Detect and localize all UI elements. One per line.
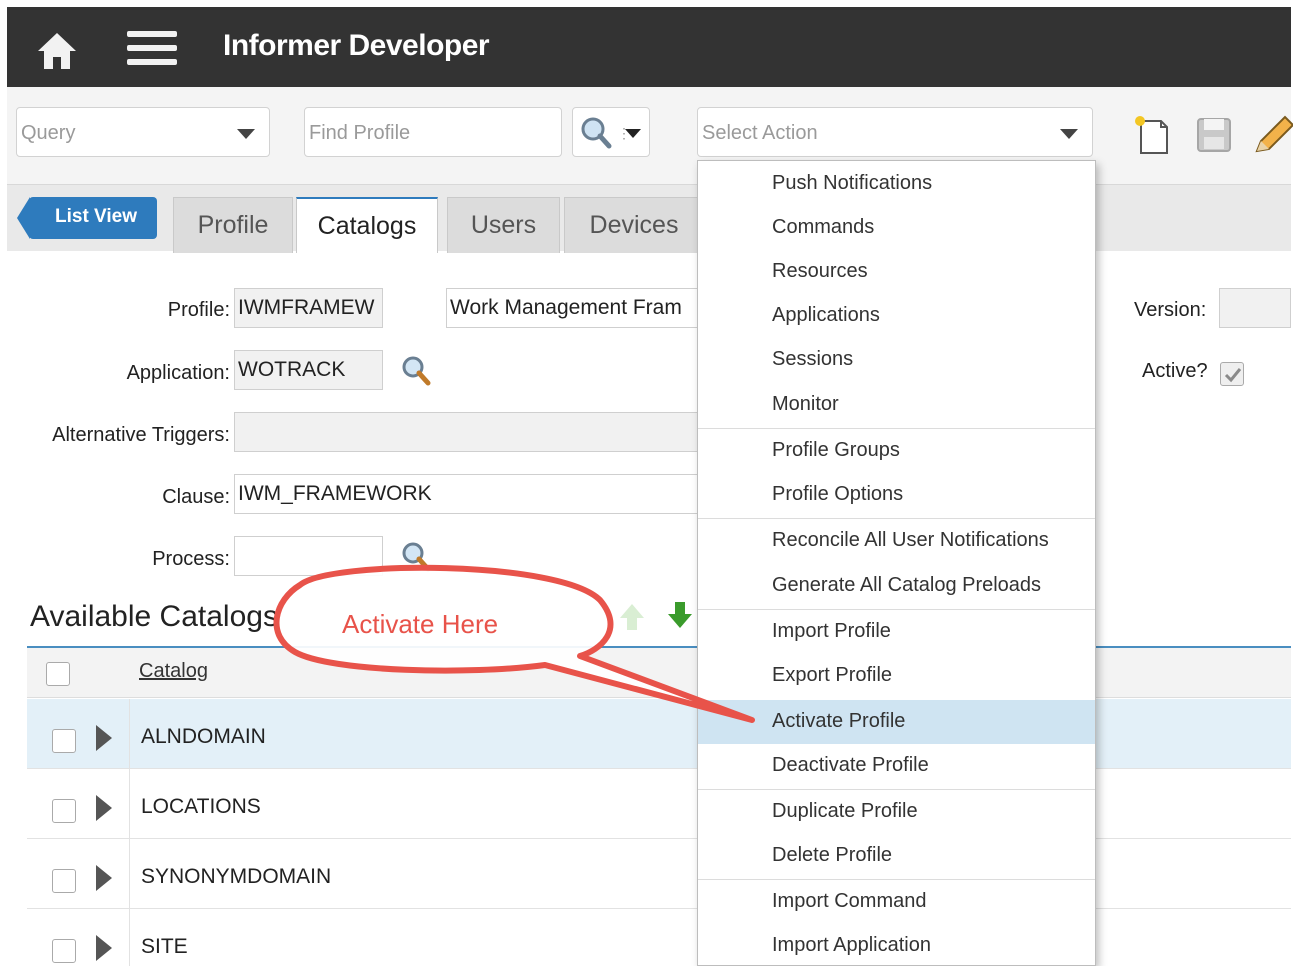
- annotation-text: Activate Here: [342, 609, 499, 639]
- annotation-callout: [273, 564, 755, 723]
